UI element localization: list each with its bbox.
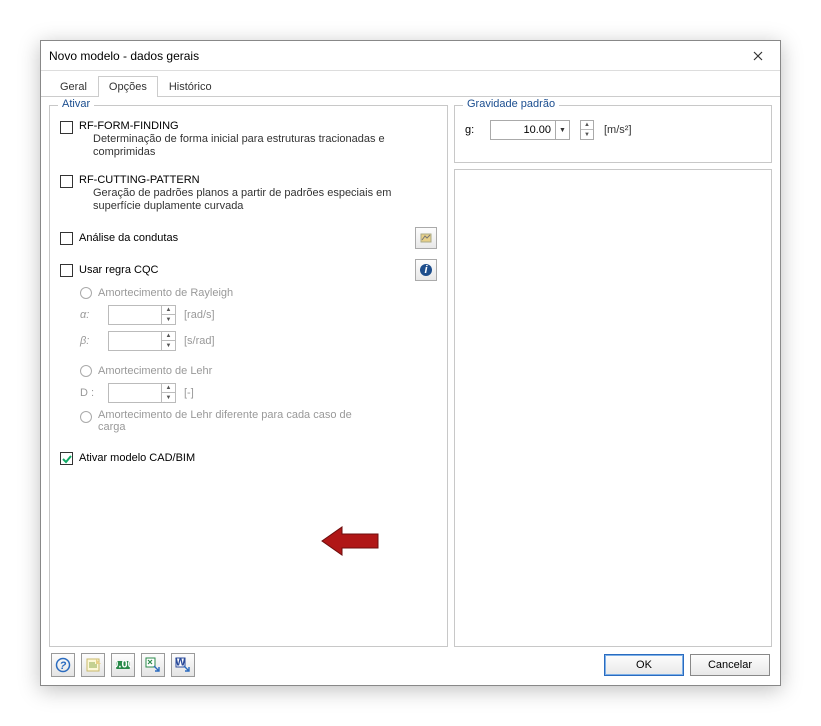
- checkbox-cqc[interactable]: [60, 264, 73, 277]
- checkbox-cadbim[interactable]: [60, 452, 73, 465]
- info-icon: i: [419, 263, 433, 277]
- highlight-arrow: [320, 526, 380, 559]
- beta-label: β:: [80, 335, 100, 347]
- gravity-value[interactable]: [491, 124, 555, 136]
- d-field[interactable]: [109, 387, 161, 399]
- label-rayleigh: Amortecimento de Rayleigh: [98, 287, 233, 299]
- radio-lehr[interactable]: [80, 365, 92, 377]
- row-rayleigh: Amortecimento de Rayleigh: [80, 287, 437, 299]
- right-column: Gravidade padrão g: ▼ ▲▼ [m/s²]: [454, 105, 772, 647]
- row-lehr-per-case: Amortecimento de Lehr diferente para cad…: [80, 409, 437, 433]
- label-form-finding: RF-FORM-FINDING Determinação de forma in…: [79, 120, 437, 160]
- label-lehr-per-case: Amortecimento de Lehr diferente para cad…: [98, 409, 358, 433]
- word-arrow-icon: W: [175, 657, 191, 673]
- group-empty: [454, 169, 772, 647]
- cqc-sub-block: Amortecimento de Rayleigh α: ▲▼ [rad/s] …: [60, 287, 437, 433]
- dialog-new-model: Novo modelo - dados gerais Geral Opções …: [40, 40, 781, 686]
- note-icon: [85, 657, 101, 673]
- svg-text:?: ?: [60, 660, 67, 672]
- beta-unit: [s/rad]: [184, 335, 215, 347]
- label-cqc: Usar regra CQC: [79, 264, 158, 276]
- beta-input[interactable]: ▲▼: [108, 331, 176, 351]
- close-icon: [753, 51, 763, 61]
- tab-general[interactable]: Geral: [49, 76, 98, 97]
- arrow-icon: [320, 526, 380, 556]
- group-activate-title: Ativar: [58, 98, 94, 110]
- titlebar: Novo modelo - dados gerais: [41, 41, 780, 71]
- excel-export-button[interactable]: [141, 653, 165, 677]
- gravity-row: g: ▼ ▲▼ [m/s²]: [465, 120, 761, 140]
- help-icon: ?: [55, 657, 71, 673]
- comment-button[interactable]: [81, 653, 105, 677]
- label-cadbim: Ativar modelo CAD/BIM: [79, 452, 195, 464]
- tab-history[interactable]: Histórico: [158, 76, 223, 97]
- row-cqc: Usar regra CQC i: [60, 259, 437, 281]
- tab-strip: Geral Opções Histórico: [41, 71, 780, 97]
- gravity-label: g:: [465, 124, 480, 136]
- row-cadbim: Ativar modelo CAD/BIM: [60, 451, 437, 465]
- gravity-spinner[interactable]: ▲▼: [580, 120, 594, 140]
- cqc-info-button[interactable]: i: [415, 259, 437, 281]
- d-input[interactable]: ▲▼: [108, 383, 176, 403]
- gravity-unit: [m/s²]: [604, 124, 632, 136]
- checkbox-cutting-pattern[interactable]: [60, 175, 73, 188]
- row-alpha: α: ▲▼ [rad/s]: [80, 305, 437, 325]
- help-button[interactable]: ?: [51, 653, 75, 677]
- footer: ? 0.00 W OK Cancelar: [41, 645, 780, 685]
- alpha-input[interactable]: ▲▼: [108, 305, 176, 325]
- d-label: D :: [80, 387, 100, 399]
- beta-field[interactable]: [109, 335, 161, 347]
- label-piping: Análise da condutas: [79, 232, 178, 244]
- ok-button[interactable]: OK: [604, 654, 684, 676]
- row-cutting-pattern: RF-CUTTING-PATTERN Geração de padrões pl…: [60, 174, 437, 214]
- units-icon: 0.00: [115, 657, 131, 673]
- beta-spinner[interactable]: ▲▼: [161, 332, 175, 350]
- alpha-label: α:: [80, 309, 100, 321]
- piping-settings-button[interactable]: [415, 227, 437, 249]
- units-button[interactable]: 0.00: [111, 653, 135, 677]
- d-unit: [-]: [184, 387, 194, 399]
- left-column: Ativar RF-FORM-FINDING Determinação de f…: [49, 105, 448, 647]
- checkbox-form-finding[interactable]: [60, 121, 73, 134]
- radio-rayleigh[interactable]: [80, 287, 92, 299]
- window-title: Novo modelo - dados gerais: [49, 49, 744, 63]
- row-d: D : ▲▼ [-]: [80, 383, 437, 403]
- row-form-finding: RF-FORM-FINDING Determinação de forma in…: [60, 120, 437, 160]
- gravity-combo[interactable]: ▼: [490, 120, 570, 140]
- row-beta: β: ▲▼ [s/rad]: [80, 331, 437, 351]
- row-lehr: Amortecimento de Lehr: [80, 365, 437, 377]
- checkbox-piping[interactable]: [60, 232, 73, 245]
- group-gravity-title: Gravidade padrão: [463, 98, 559, 110]
- alpha-unit: [rad/s]: [184, 309, 215, 321]
- row-piping: Análise da condutas: [60, 227, 437, 249]
- word-export-button[interactable]: W: [171, 653, 195, 677]
- label-lehr: Amortecimento de Lehr: [98, 365, 212, 377]
- close-button[interactable]: [744, 46, 772, 66]
- excel-arrow-icon: [145, 657, 161, 673]
- content-area: Ativar RF-FORM-FINDING Determinação de f…: [41, 97, 780, 655]
- group-activate: Ativar RF-FORM-FINDING Determinação de f…: [49, 105, 448, 647]
- label-cutting-pattern: RF-CUTTING-PATTERN Geração de padrões pl…: [79, 174, 437, 214]
- chevron-down-icon[interactable]: ▼: [555, 121, 569, 139]
- alpha-field[interactable]: [109, 309, 161, 321]
- cancel-button[interactable]: Cancelar: [690, 654, 770, 676]
- radio-lehr-per-case[interactable]: [80, 411, 92, 423]
- settings-icon: [419, 231, 433, 245]
- svg-text:0.00: 0.00: [115, 659, 131, 671]
- group-gravity: Gravidade padrão g: ▼ ▲▼ [m/s²]: [454, 105, 772, 163]
- alpha-spinner[interactable]: ▲▼: [161, 306, 175, 324]
- tab-options[interactable]: Opções: [98, 76, 158, 97]
- d-spinner[interactable]: ▲▼: [161, 384, 175, 402]
